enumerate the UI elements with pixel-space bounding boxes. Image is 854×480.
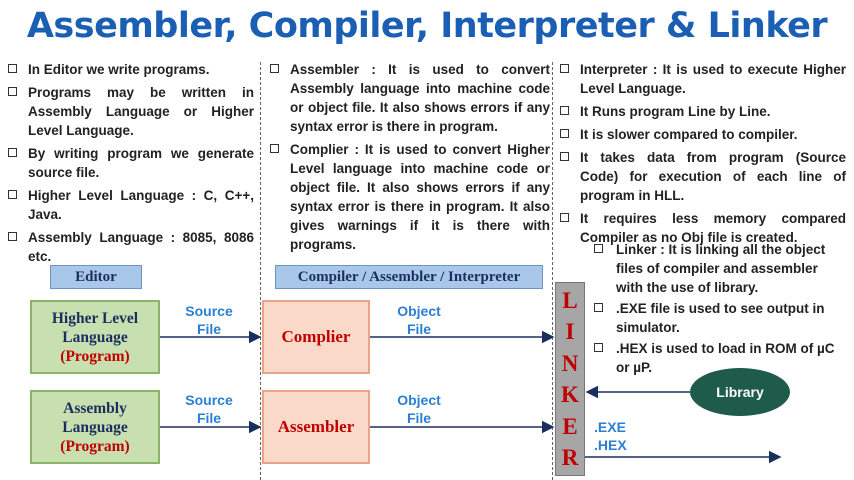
connector-arrows <box>160 330 782 464</box>
